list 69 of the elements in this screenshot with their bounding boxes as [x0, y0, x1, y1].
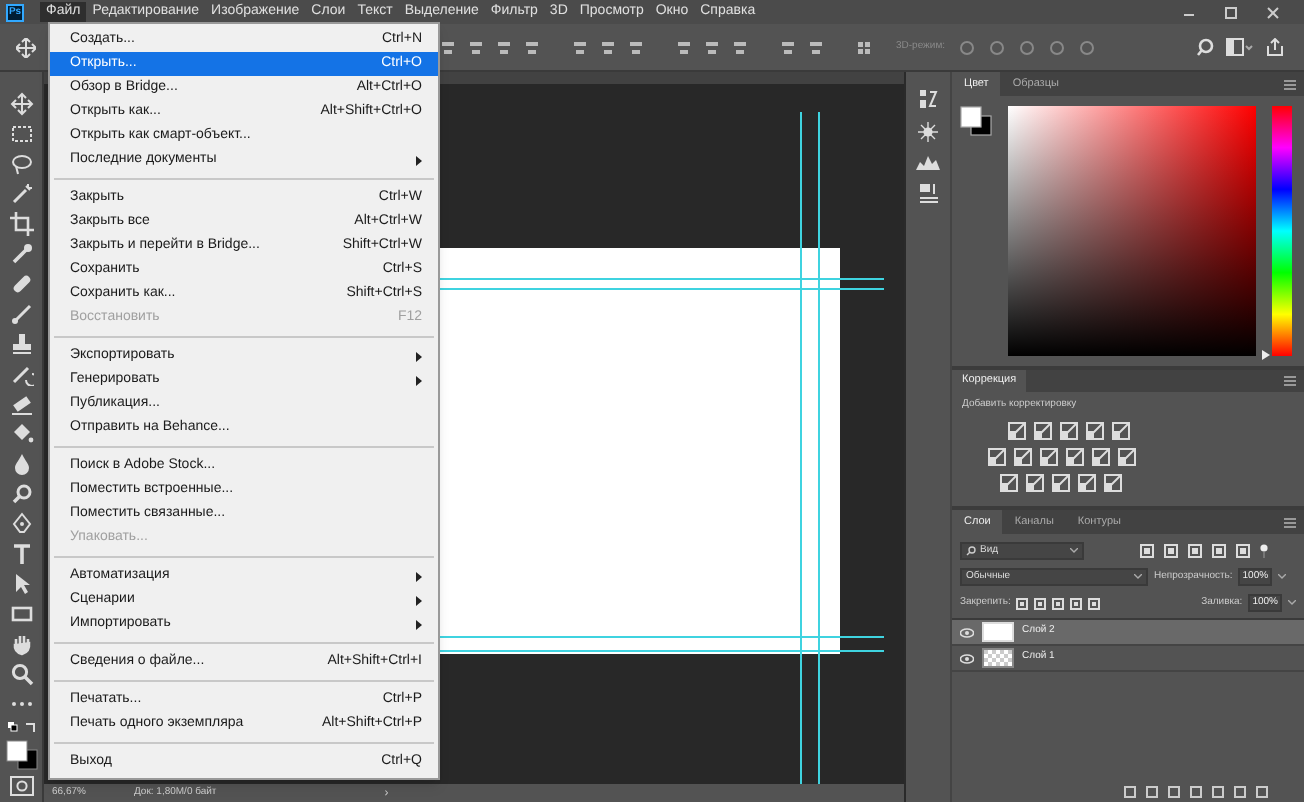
align-icon[interactable] — [808, 39, 824, 55]
align-icon[interactable] — [600, 39, 616, 55]
align-icon[interactable] — [628, 39, 644, 55]
adjustment-icon[interactable] — [1008, 421, 1026, 439]
quick-mask-icon[interactable] — [9, 776, 33, 796]
wand-icon[interactable] — [9, 182, 33, 206]
adjustment-icon[interactable] — [1034, 421, 1052, 439]
type-icon[interactable] — [9, 542, 33, 566]
marquee-icon[interactable] — [9, 122, 33, 146]
sun-icon[interactable] — [918, 122, 938, 142]
adjustment-icon[interactable] — [1118, 447, 1136, 465]
color-swatches-icon[interactable] — [5, 740, 37, 770]
levels-icon[interactable] — [916, 154, 940, 170]
adjustment-icon[interactable] — [1104, 473, 1122, 491]
align-icon[interactable] — [468, 39, 484, 55]
eye-icon[interactable] — [960, 653, 974, 663]
align-icon[interactable] — [704, 39, 720, 55]
maximize-icon[interactable] — [1224, 5, 1238, 19]
toggle-icon[interactable] — [1260, 544, 1268, 558]
color-swatches-icon[interactable] — [960, 106, 992, 136]
hand-icon[interactable] — [9, 632, 33, 656]
drop-icon[interactable] — [9, 452, 33, 476]
stamp-icon[interactable] — [9, 332, 33, 356]
adjustment-icon[interactable] — [1078, 473, 1096, 491]
history-icon[interactable] — [918, 88, 938, 110]
adjustment-icon[interactable] — [1000, 473, 1018, 491]
align-icon[interactable] — [524, 39, 540, 55]
close-icon[interactable] — [1266, 5, 1280, 19]
chevron-icon — [1134, 574, 1142, 580]
rectangle-icon[interactable] — [9, 602, 33, 626]
hue-marker-icon[interactable] — [1262, 350, 1270, 360]
adjustment-icon[interactable] — [1052, 473, 1070, 491]
adjustment-icon[interactable] — [1040, 447, 1058, 465]
magnifier-icon[interactable] — [9, 482, 33, 506]
share-icon[interactable] — [1266, 38, 1284, 56]
search-icon — [966, 546, 976, 556]
panel-menu-icon[interactable] — [1284, 517, 1296, 527]
adjustment-icon[interactable] — [1092, 447, 1110, 465]
adjustment-icon[interactable] — [1026, 473, 1044, 491]
adjustment-icon[interactable] — [1014, 447, 1032, 465]
chevron-icon[interactable] — [1288, 600, 1296, 606]
search-icon[interactable] — [1196, 38, 1214, 56]
align-icon[interactable] — [572, 39, 588, 55]
properties-icon[interactable] — [917, 182, 939, 204]
color-picker-field[interactable] — [1008, 106, 1256, 356]
bucket-icon[interactable] — [9, 422, 33, 446]
align-icon[interactable] — [676, 39, 692, 55]
align-icon[interactable] — [440, 39, 456, 55]
adjustment-icon[interactable] — [1086, 421, 1104, 439]
zoom-icon[interactable] — [9, 662, 33, 686]
panel-menu-icon[interactable] — [1284, 376, 1296, 386]
adjustment-icon[interactable] — [1066, 447, 1084, 465]
swap-colors-icon[interactable] — [7, 722, 35, 734]
workspace-icon[interactable] — [1226, 38, 1254, 56]
adjustment-icon[interactable] — [988, 447, 1006, 465]
align-icon[interactable] — [496, 39, 512, 55]
grid-icon[interactable] — [856, 39, 872, 55]
history-brush-icon[interactable] — [9, 362, 33, 386]
eyedropper-icon[interactable] — [9, 242, 33, 266]
adjustment-icon[interactable] — [1112, 421, 1130, 439]
eye-icon[interactable] — [960, 627, 974, 637]
pen-icon[interactable] — [9, 512, 33, 536]
chevron-icon — [1070, 548, 1078, 554]
chevron-icon[interactable] — [1278, 574, 1287, 580]
adjustment-icon[interactable] — [1060, 421, 1078, 439]
panel-menu-icon[interactable] — [1284, 79, 1296, 89]
align-icon[interactable] — [732, 39, 748, 55]
align-icon[interactable] — [780, 39, 796, 55]
lasso-icon[interactable] — [9, 152, 33, 176]
